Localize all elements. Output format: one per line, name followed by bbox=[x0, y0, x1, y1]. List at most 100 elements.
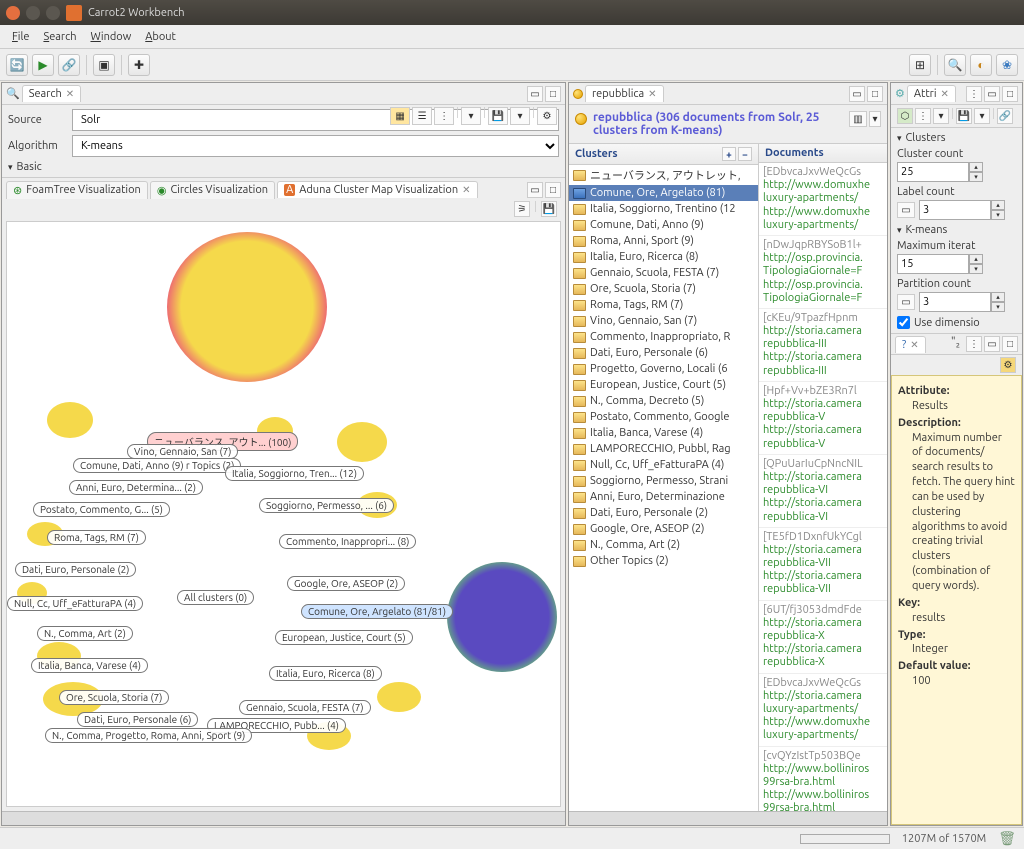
document-item[interactable]: [cvQYzIstTp503BQehttp://www.bolliniros99… bbox=[759, 747, 887, 812]
tab-circles[interactable]: ◉Circles Visualization bbox=[150, 181, 275, 199]
spin-down-icon[interactable]: ▾ bbox=[991, 302, 1005, 312]
tab-aduna[interactable]: AAduna Cluster Map Visualization✕ bbox=[277, 181, 477, 198]
cluster-item[interactable]: Other Topics (2) bbox=[569, 553, 758, 569]
cluster-item[interactable]: Italia, Soggiorno, Trentino (12 bbox=[569, 201, 758, 217]
horizontal-scrollbar[interactable] bbox=[2, 811, 565, 825]
menu-search[interactable]: Search bbox=[37, 29, 82, 45]
persp-clusters-icon[interactable]: ❀ bbox=[996, 54, 1018, 76]
minimize-icon[interactable]: ▭ bbox=[527, 86, 543, 102]
max-iter-input[interactable] bbox=[897, 254, 969, 274]
viz-cluster-label[interactable]: Roma, Tags, RM (7) bbox=[47, 530, 146, 545]
viz-cluster-label[interactable]: Dati, Euro, Personale (6) bbox=[77, 712, 198, 727]
run-icon[interactable]: ▶ bbox=[32, 54, 54, 76]
help-toggle-icon[interactable]: ⚙ bbox=[1000, 357, 1016, 373]
document-item[interactable]: [QPuUarIuCpNncNILhttp://storia.camerarep… bbox=[759, 455, 887, 528]
cluster-item[interactable]: ニューバランス, アウトレット, bbox=[569, 165, 758, 185]
section-kmeans[interactable]: K-means bbox=[897, 224, 1016, 236]
viz-cluster-label[interactable]: N., Comma, Progetto, Roma, Anni, Sport (… bbox=[45, 728, 252, 743]
viz-cluster-label[interactable]: Comune, Ore, Argelato (81/81) bbox=[301, 604, 453, 619]
viz-cluster-label[interactable]: Gennaio, Scuola, FESTA (7) bbox=[239, 700, 371, 715]
tab-search[interactable]: Search ✕ bbox=[22, 85, 81, 102]
tool-icon[interactable]: ✚ bbox=[128, 54, 150, 76]
cluster-item[interactable]: European, Justice, Court (5) bbox=[569, 377, 758, 393]
cluster-item[interactable]: Dati, Euro, Personale (6) bbox=[569, 345, 758, 361]
slider-icon[interactable]: ▭ bbox=[897, 294, 915, 310]
viz-cluster-label[interactable]: Null, Cc, Uff_eFatturaPA (4) bbox=[7, 596, 143, 611]
attr-save-dd-icon[interactable]: ▾ bbox=[974, 108, 990, 124]
viz-cluster-label[interactable]: Dati, Euro, Personale (2) bbox=[15, 562, 136, 577]
tree-icon[interactable]: ⋮ bbox=[434, 107, 454, 125]
cluster-item[interactable]: Soggiorno, Permesso, Strani bbox=[569, 473, 758, 489]
viz-cluster-label[interactable]: Commento, Inappropri... (8) bbox=[279, 534, 416, 549]
overview-icon[interactable]: ▣ bbox=[93, 54, 115, 76]
tab-attributes[interactable]: Attri ✕ bbox=[907, 85, 956, 102]
cluster-item[interactable]: Comune, Dati, Anno (9) bbox=[569, 217, 758, 233]
viz-tree-icon[interactable]: ⚞ bbox=[514, 201, 530, 217]
attr-group-icon[interactable]: ⬡ bbox=[897, 108, 913, 124]
aduna-visualization[interactable]: ニューバランス, アウト... (100) Vino, Gennaio, San… bbox=[6, 221, 561, 807]
perspective-icon[interactable]: ⊞ bbox=[909, 54, 931, 76]
cluster-item[interactable]: Postato, Commento, Google bbox=[569, 409, 758, 425]
viz-cluster-label[interactable]: Italia, Euro, Ricerca (8) bbox=[269, 666, 382, 681]
cluster-item[interactable]: Gennaio, Scuola, FESTA (7) bbox=[569, 265, 758, 281]
cluster-count-input[interactable] bbox=[897, 162, 969, 182]
menu-window[interactable]: Window bbox=[84, 29, 137, 45]
attr-tree-icon[interactable]: ⋮ bbox=[915, 108, 931, 124]
save-dropdown-icon[interactable]: ▾ bbox=[510, 107, 530, 125]
window-minimize-icon[interactable] bbox=[26, 6, 40, 20]
attr-dropdown-icon[interactable]: ▾ bbox=[933, 108, 949, 124]
cluster-item[interactable]: N., Comma, Decreto (5) bbox=[569, 393, 758, 409]
minimize-icon[interactable]: ▭ bbox=[849, 86, 865, 102]
window-close-icon[interactable] bbox=[6, 6, 20, 20]
cluster-item[interactable]: Roma, Anni, Sport (9) bbox=[569, 233, 758, 249]
spin-down-icon[interactable]: ▾ bbox=[969, 172, 983, 182]
viz-cluster-label[interactable]: Postato, Commento, G... (5) bbox=[33, 502, 170, 517]
cluster-item[interactable]: N., Comma, Art (2) bbox=[569, 537, 758, 553]
new-icon[interactable]: 🔄 bbox=[6, 54, 28, 76]
document-item[interactable]: [cKEu/9TpazfHpnmhttp://storia.camerarepu… bbox=[759, 309, 887, 382]
cluster-item[interactable]: LAMPORECCHIO, Pubbl, Rag bbox=[569, 441, 758, 457]
result-view-dropdown-icon[interactable]: ▾ bbox=[869, 111, 881, 127]
collapse-icon[interactable]: ▾ bbox=[461, 107, 481, 125]
window-maximize-icon[interactable] bbox=[46, 6, 60, 20]
cluster-item[interactable]: Italia, Euro, Ricerca (8) bbox=[569, 249, 758, 265]
persp-search-icon[interactable]: 🔍 bbox=[944, 54, 966, 76]
viz-cluster-label[interactable]: Italia, Banca, Varese (4) bbox=[31, 658, 148, 673]
spin-up-icon[interactable]: ▴ bbox=[991, 200, 1005, 210]
minimize-icon[interactable]: ▭ bbox=[527, 182, 543, 198]
viz-cluster-label[interactable]: Comune, Dati, Anno (9) r Topics (2) bbox=[73, 458, 241, 473]
maximize-icon[interactable]: □ bbox=[545, 86, 561, 102]
cluster-item[interactable]: Roma, Tags, RM (7) bbox=[569, 297, 758, 313]
minimize-icon[interactable]: ▭ bbox=[984, 336, 1000, 352]
use-dim-checkbox[interactable] bbox=[897, 316, 910, 329]
cluster-item[interactable]: Comune, Ore, Argelato (81) bbox=[569, 185, 758, 201]
persp-results-icon[interactable]: ◐ bbox=[970, 54, 992, 76]
maximize-icon[interactable]: □ bbox=[1002, 86, 1018, 102]
cluster-item[interactable]: Commento, Inappropriato, R bbox=[569, 329, 758, 345]
viz-save-icon[interactable]: 💾 bbox=[541, 201, 557, 217]
viz-cluster-label[interactable]: Anni, Euro, Determina... (2) bbox=[69, 480, 203, 495]
maximize-icon[interactable]: □ bbox=[867, 86, 883, 102]
collapse-icon[interactable]: − bbox=[738, 147, 752, 161]
menu-dots-icon[interactable]: ⋮ bbox=[966, 86, 982, 102]
minimize-icon[interactable]: ▭ bbox=[984, 86, 1000, 102]
settings-icon[interactable]: ⚙ bbox=[537, 107, 557, 125]
save-icon[interactable]: 💾 bbox=[488, 107, 508, 125]
close-icon[interactable]: ✕ bbox=[462, 184, 470, 196]
result-view-icon[interactable]: ▥ bbox=[849, 111, 867, 127]
menu-dots-icon[interactable]: ⋮ bbox=[966, 336, 982, 352]
document-item[interactable]: [Hpf+Vv+bZE3Rn7lhttp://storia.camerarepu… bbox=[759, 382, 887, 455]
tab-results[interactable]: repubblica ✕ bbox=[585, 85, 664, 102]
horizontal-scrollbar[interactable] bbox=[569, 811, 887, 825]
cluster-item[interactable]: Google, Ore, ASEOP (2) bbox=[569, 521, 758, 537]
spin-down-icon[interactable]: ▾ bbox=[991, 210, 1005, 220]
partition-input[interactable] bbox=[919, 292, 991, 312]
slider-icon[interactable]: ▭ bbox=[897, 202, 915, 218]
viz-cluster-label[interactable]: European, Justice, Court (5) bbox=[275, 630, 413, 645]
attr-link-icon[interactable]: 🔗 bbox=[997, 108, 1013, 124]
cluster-item[interactable]: Dati, Euro, Personale (2) bbox=[569, 505, 758, 521]
document-item[interactable]: [nDwJqpRBYSoB1l+http://osp.provincia.Tip… bbox=[759, 236, 887, 309]
basic-section[interactable]: Basic bbox=[17, 161, 42, 173]
spin-up-icon[interactable]: ▴ bbox=[969, 254, 983, 264]
link-icon[interactable]: 🔗 bbox=[58, 54, 80, 76]
